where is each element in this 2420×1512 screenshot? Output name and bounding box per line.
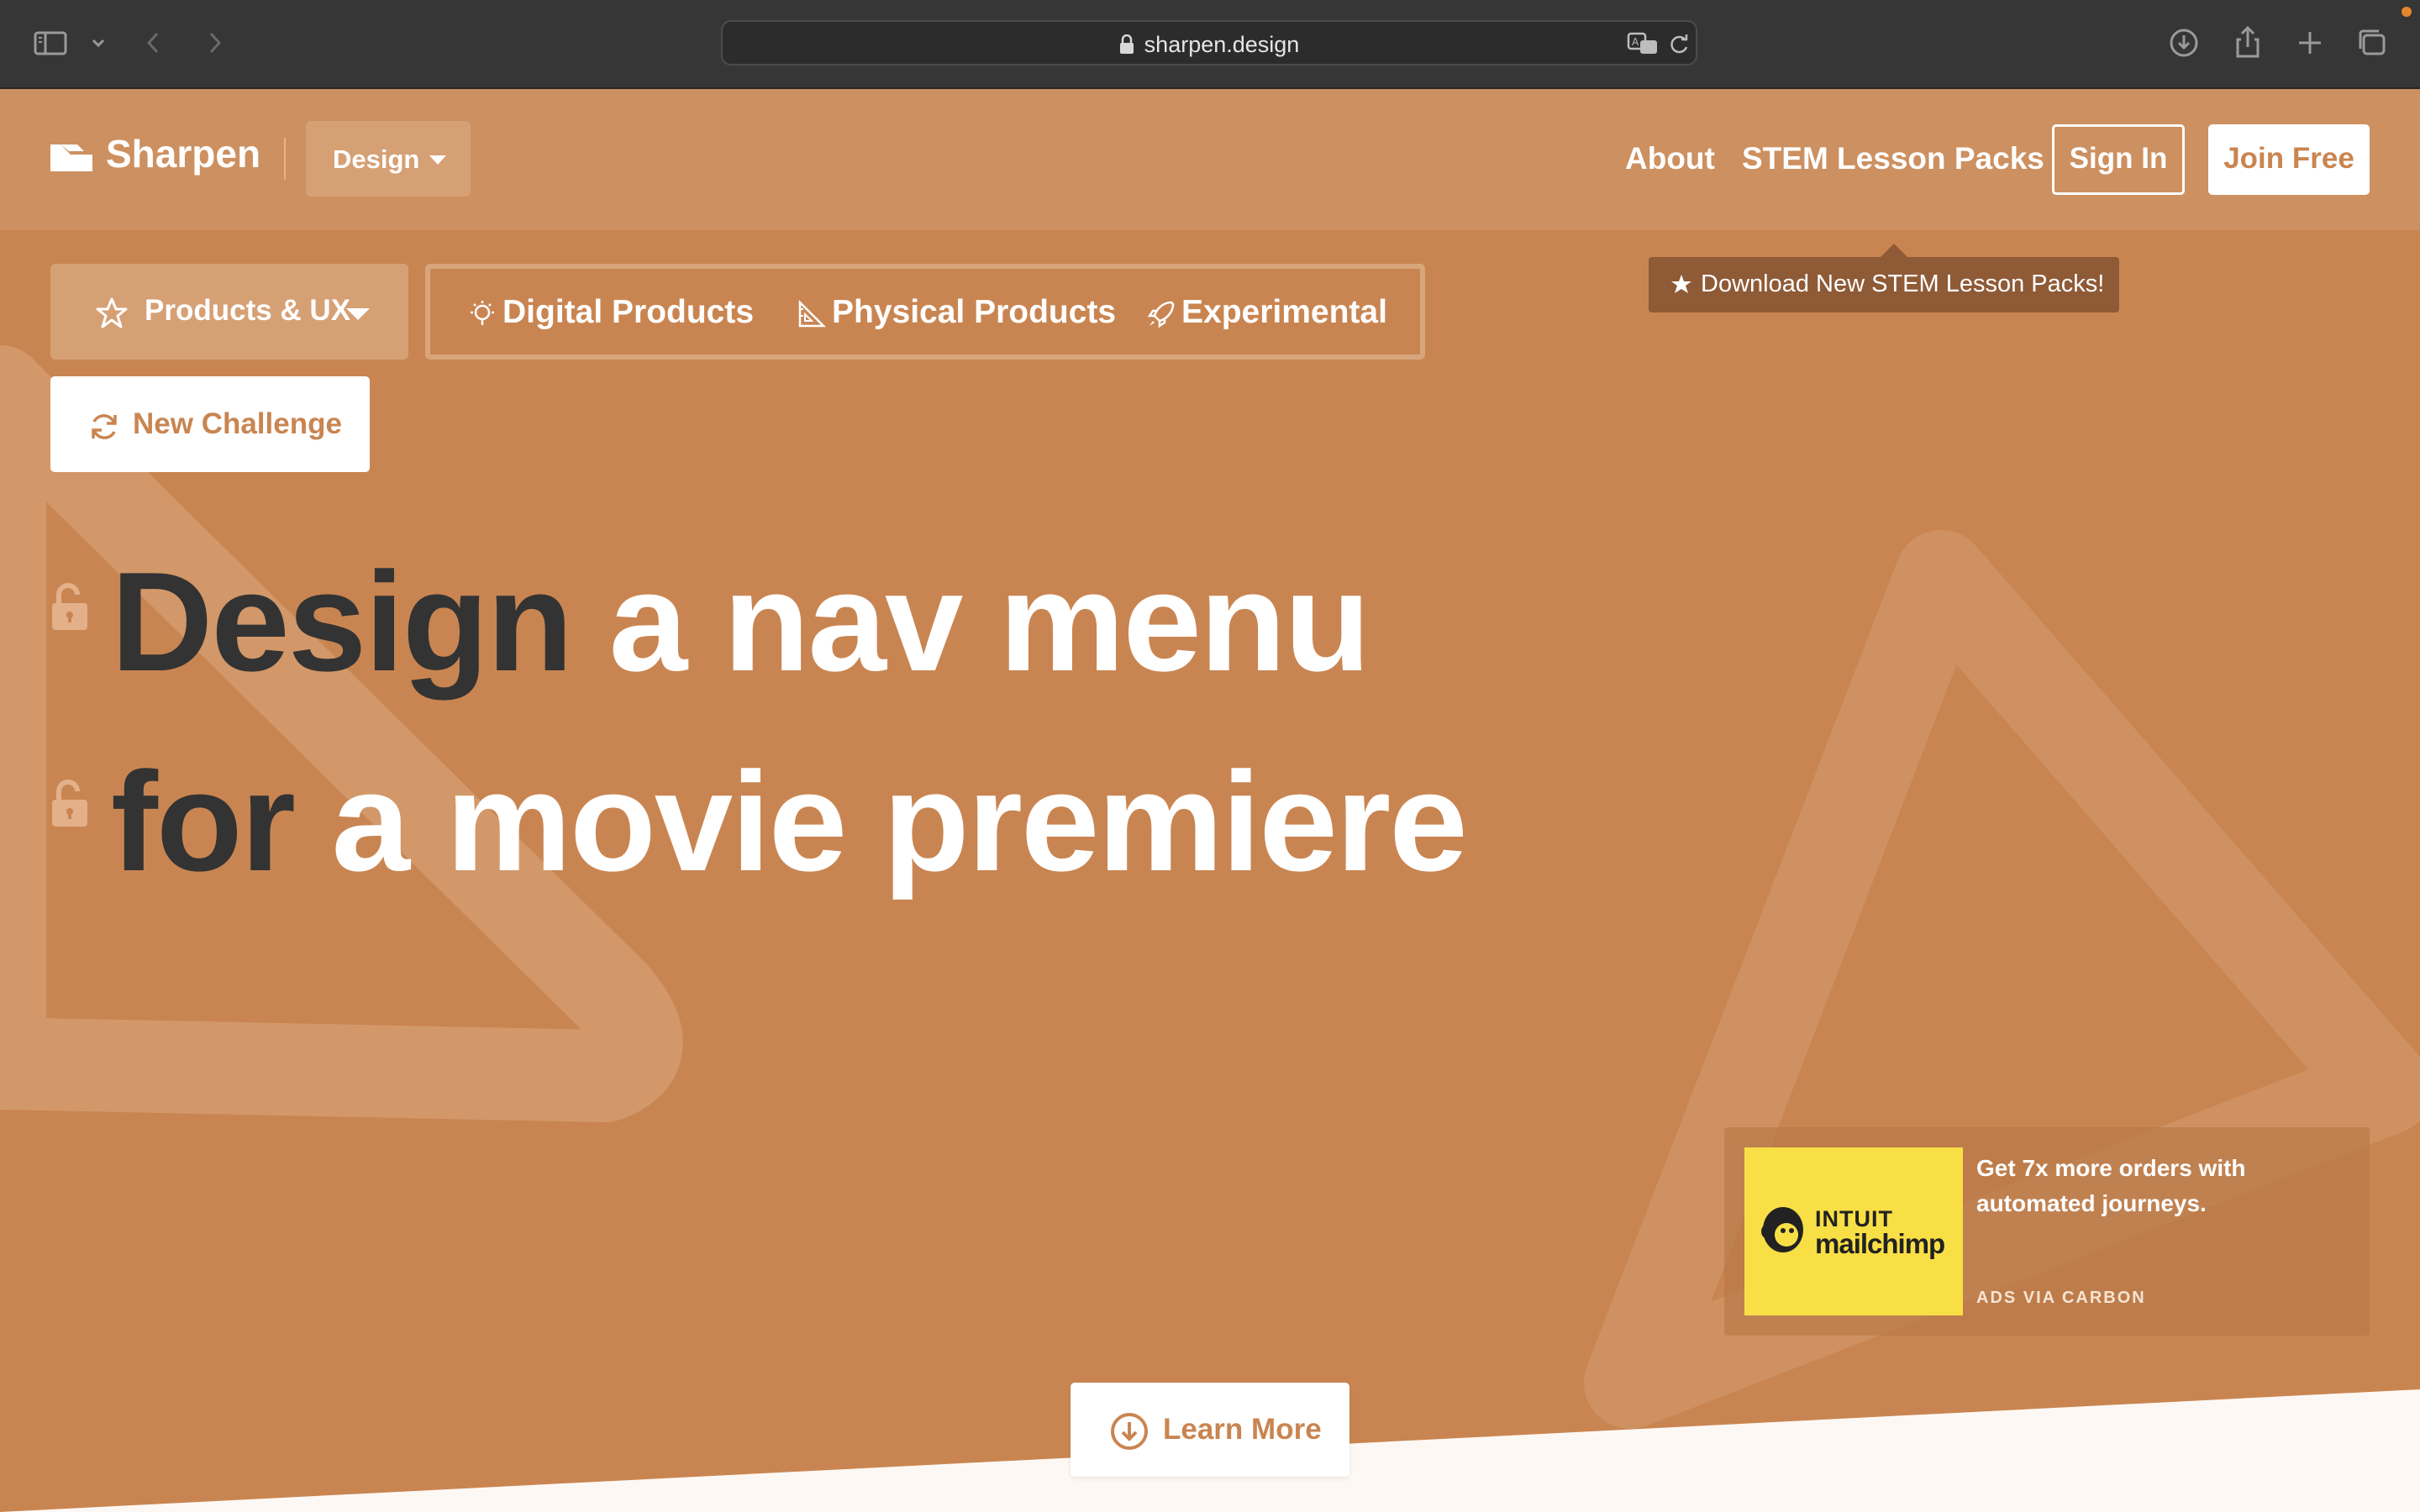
sidebar-icon[interactable]	[32, 24, 71, 62]
share-icon[interactable]	[2228, 24, 2267, 62]
page-content: Sharpen Design About STEM Lesson Packs S…	[0, 89, 2420, 1512]
browser-toolbar: sharpen.design A	[0, 0, 2420, 89]
download-icon[interactable]	[2165, 24, 2203, 62]
translate-icon[interactable]: A	[1627, 30, 1660, 61]
url-text: sharpen.design	[1144, 32, 1300, 57]
svg-text:A: A	[1632, 36, 1639, 48]
notification-dot	[2402, 7, 2412, 17]
learn-more-label: Learn More	[1163, 1413, 1322, 1446]
tab-overview-icon[interactable]	[2353, 24, 2391, 62]
address-bar[interactable]: sharpen.design A	[721, 20, 1697, 66]
forward-icon[interactable]	[195, 24, 234, 62]
lock-icon	[1119, 34, 1134, 60]
new-tab-icon[interactable]	[2291, 24, 2329, 62]
bottom-section-wedge	[0, 1389, 2420, 1512]
learn-more-button[interactable]: Learn More	[1071, 1383, 1349, 1477]
chevron-down-icon[interactable]	[79, 24, 118, 62]
reload-icon[interactable]	[1665, 30, 1692, 61]
back-icon[interactable]	[134, 24, 173, 62]
arrow-down-circle-icon	[1111, 1413, 1148, 1450]
